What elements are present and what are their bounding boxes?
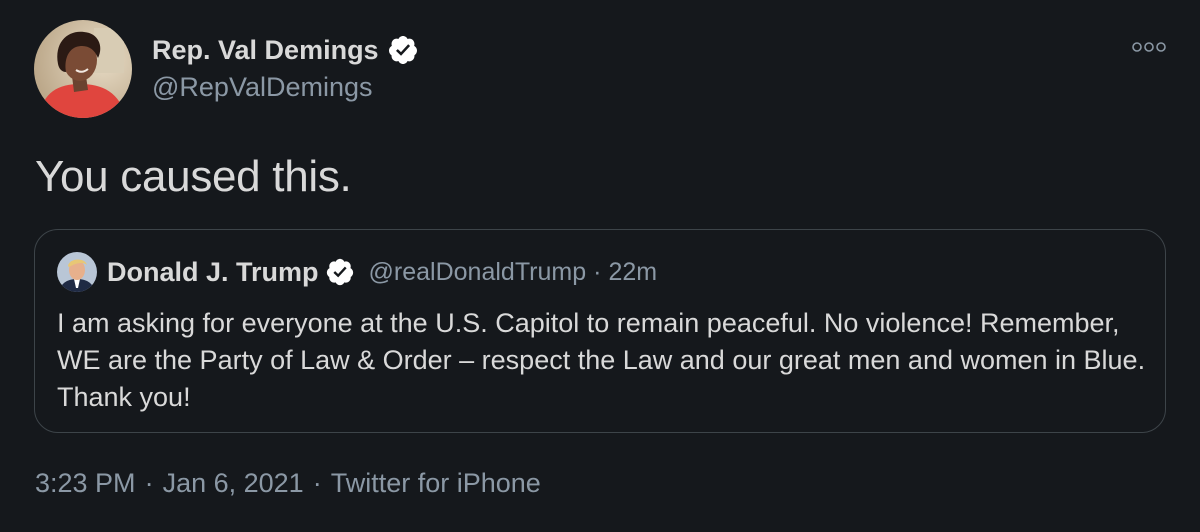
more-options-icon xyxy=(1132,42,1166,52)
quoted-tweet-time[interactable]: 22m xyxy=(608,258,657,287)
separator-dot: · xyxy=(593,257,602,286)
author-name-row: Rep. Val Demings xyxy=(152,30,419,70)
quoted-author-handle[interactable]: @realDonaldTrump xyxy=(369,258,587,287)
quoted-tweet[interactable]: Donald J. Trump @realDonaldTrump · 22m I… xyxy=(34,229,1166,433)
quoted-author-display-name[interactable]: Donald J. Trump xyxy=(107,257,319,288)
verified-badge-icon xyxy=(325,257,355,287)
quoted-author-avatar xyxy=(57,252,97,292)
separator-dot: · xyxy=(312,468,322,498)
separator-dot: · xyxy=(144,468,154,498)
verified-badge-icon xyxy=(387,34,419,66)
tweet-card: Rep. Val Demings @RepValDemings You caus… xyxy=(0,0,1200,532)
author-avatar[interactable] xyxy=(34,20,132,118)
quoted-tweet-header: Donald J. Trump @realDonaldTrump · 22m xyxy=(107,252,657,292)
author-handle[interactable]: @RepValDemings xyxy=(152,72,373,103)
tweet-time[interactable]: 3:23 PM xyxy=(35,468,136,498)
profile-photo-icon xyxy=(34,20,132,118)
author-display-name[interactable]: Rep. Val Demings xyxy=(152,35,379,66)
tweet-text: You caused this. xyxy=(35,152,352,201)
tweet-date[interactable]: Jan 6, 2021 xyxy=(163,468,304,498)
quoted-tweet-text: I am asking for everyone at the U.S. Cap… xyxy=(57,308,1146,412)
profile-photo-icon xyxy=(57,252,97,292)
more-options-button[interactable] xyxy=(1131,38,1167,56)
tweet-source-link[interactable]: Twitter for iPhone xyxy=(331,468,541,498)
tweet-metadata: 3:23 PM · Jan 6, 2021 · Twitter for iPhone xyxy=(35,468,541,499)
